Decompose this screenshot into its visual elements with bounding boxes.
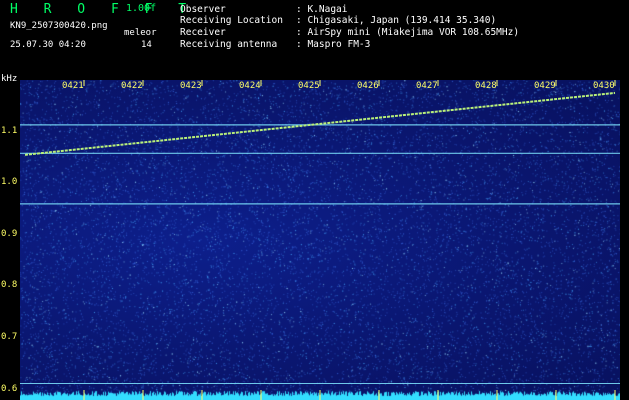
- location-label: Receiving Location: [180, 15, 283, 26]
- y-tick-label: 0.8: [1, 280, 18, 291]
- x-tick-label: 0421: [62, 81, 84, 91]
- x-tick-label: 0424: [239, 81, 261, 91]
- spectrogram-plot: [20, 80, 620, 400]
- spectrogram-overlay: [20, 80, 620, 400]
- observation-datetime: 25.07.30 04:20: [10, 40, 86, 50]
- app-title: H R O F F T: [10, 2, 196, 17]
- y-tick-label: 0.7: [1, 332, 18, 343]
- x-tick-label: 0425: [298, 81, 320, 91]
- y-axis-unit: kHz: [1, 74, 18, 84]
- x-tick-label: 0423: [180, 81, 202, 91]
- y-tick-label: 1.1: [1, 125, 18, 136]
- y-tick-label: 1.0: [1, 177, 18, 188]
- meteor-trace: [24, 91, 616, 156]
- observer-value: : K.Nagai: [296, 4, 348, 15]
- detection-count: 14: [141, 40, 152, 50]
- detection-mode: meleor: [124, 28, 157, 38]
- receiver-value: : AirSpy mini (Miakejima VOR 108.65MHz): [296, 27, 520, 38]
- antenna-label: Receiving antenna: [180, 39, 278, 50]
- app-version: 1.00f: [126, 3, 157, 14]
- y-tick-label: 0.9: [1, 228, 18, 239]
- y-tick-label: 0.6: [1, 383, 18, 394]
- receiver-label: Receiver: [180, 27, 226, 38]
- x-tick-label: 0430: [593, 81, 615, 91]
- x-tick-label: 0426: [357, 81, 379, 91]
- x-tick-label: 0427: [416, 81, 438, 91]
- observer-label: Observer: [180, 4, 226, 15]
- antenna-value: : Maspro FM-3: [296, 39, 371, 50]
- location-value: : Chigasaki, Japan (139.414 35.340): [296, 15, 497, 26]
- file-name: KN9_2507300420.png: [10, 21, 108, 31]
- x-tick-label: 0428: [475, 81, 497, 91]
- header-panel: H R O F F T 1.00f KN9_2507300420.png mel…: [0, 0, 629, 76]
- x-tick-label: 0422: [121, 81, 143, 91]
- x-tick-label: 0429: [534, 81, 556, 91]
